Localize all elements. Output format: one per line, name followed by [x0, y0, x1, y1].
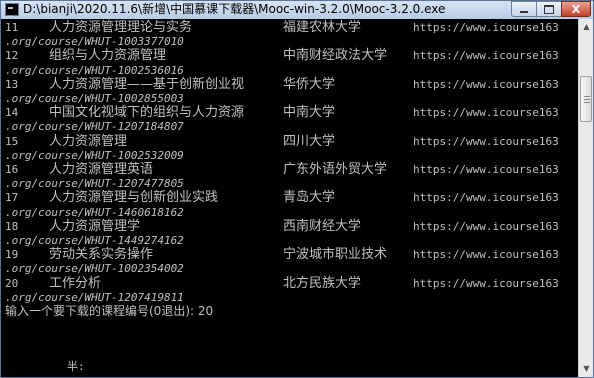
maximize-icon [544, 4, 554, 14]
scroll-thumb[interactable] [580, 76, 592, 122]
vertical-scrollbar[interactable]: ▲ ▼ [578, 19, 593, 377]
course-url: https://www.icourse163 [413, 21, 559, 34]
window-title: D:\bianji\2020.11.6\新增\中国慕课下载器\Mooc-win-… [23, 2, 446, 16]
minimize-icon [520, 11, 528, 13]
course-url: https://www.icourse163 [413, 134, 559, 148]
course-url: https://www.icourse163 [413, 77, 559, 91]
minimize-button[interactable] [511, 1, 537, 17]
course-url: https://www.icourse163 [413, 248, 559, 262]
scroll-up-arrow-icon[interactable]: ▲ [579, 19, 594, 35]
console-window: D:\bianji\2020.11.6\新增\中国慕课下载器\Mooc-win-… [0, 0, 594, 378]
school-name: 宁波城市职业技术 [283, 247, 388, 263]
console-output[interactable]: 11 人力资源管理理论与实务 福建农林大学 https://www.icourse16… [1, 19, 578, 377]
scroll-down-arrow-icon[interactable]: ▼ [579, 361, 594, 377]
school-name: 华侨大学 [283, 76, 336, 92]
school-name: 中南财经政法大学 [283, 48, 388, 64]
school-name: 四川大学 [283, 133, 336, 149]
title-bar[interactable]: D:\bianji\2020.11.6\新增\中国慕课下载器\Mooc-win-… [1, 1, 593, 19]
maximize-button[interactable] [536, 1, 562, 17]
course-url: https://www.icourse163 [413, 276, 559, 290]
school-name: 青岛大学 [283, 190, 336, 206]
scroll-grip [584, 99, 590, 100]
input-prompt: 输入一个要下载的课程编号(0退出): 20 [5, 304, 214, 318]
close-icon: X [571, 2, 581, 16]
course-url: https://www.icourse163 [413, 106, 559, 120]
school-name: 广东外语外贸大学 [283, 162, 388, 177]
status-text: 半: [67, 360, 85, 373]
console-app-icon[interactable] [5, 3, 19, 16]
school-name: 福建农林大学 [283, 20, 362, 35]
course-url: https://www.icourse163 [413, 191, 559, 205]
course-url: https://www.icourse163 [413, 49, 559, 63]
school-name: 北方民族大学 [283, 275, 362, 291]
school-name: 中南大学 [283, 105, 336, 121]
course-url: https://www.icourse163 [413, 219, 559, 233]
school-name: 西南财经大学 [283, 218, 362, 234]
scroll-grip [584, 102, 590, 103]
scroll-grip [584, 96, 590, 97]
course-url: https://www.icourse163 [413, 163, 559, 176]
close-button[interactable]: X [561, 1, 591, 17]
